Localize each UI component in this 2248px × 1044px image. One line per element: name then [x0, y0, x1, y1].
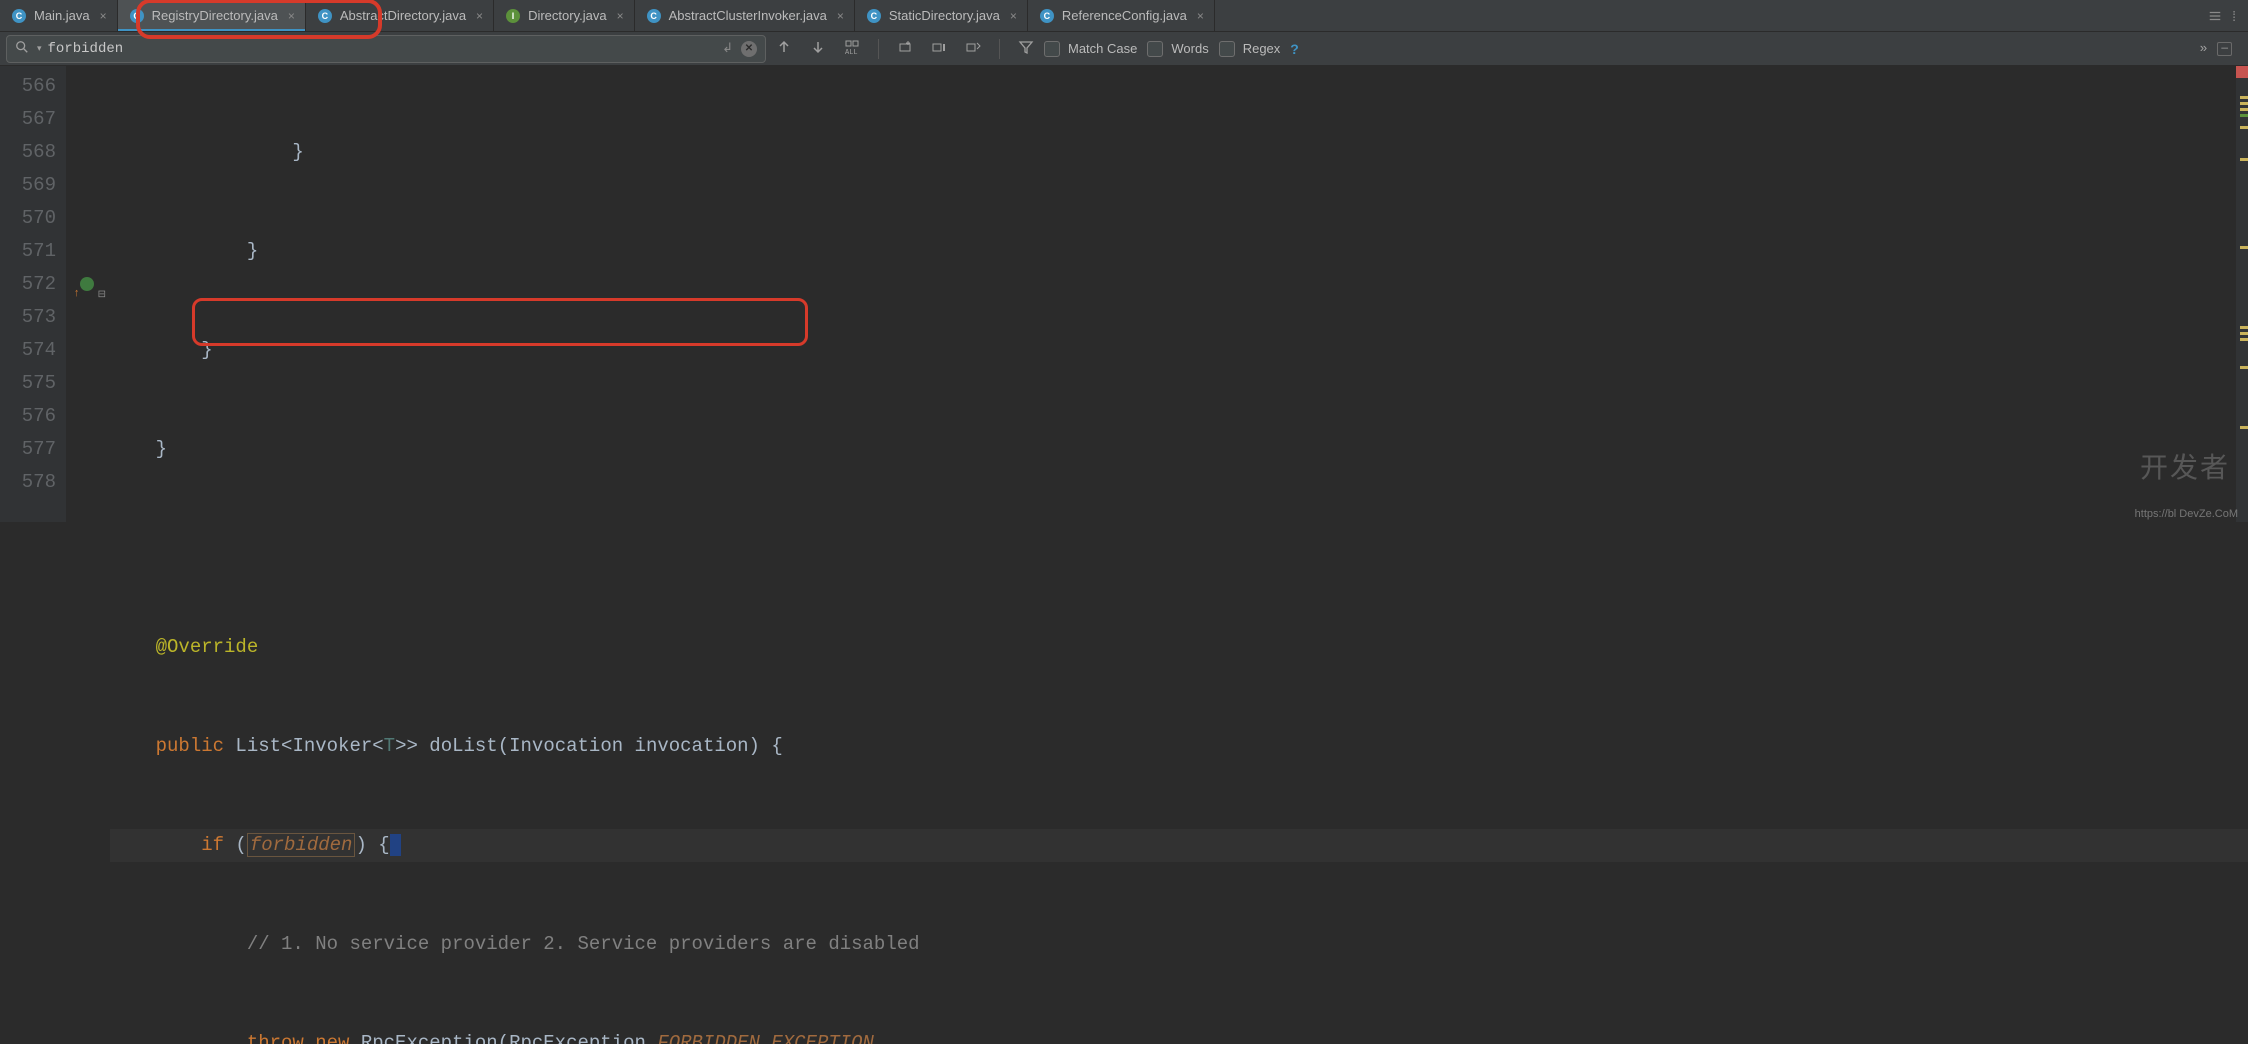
select-all-icon[interactable]: ALL: [844, 39, 860, 59]
search-history-caret-icon[interactable]: ▾: [37, 44, 42, 54]
find-input-wrap[interactable]: ▾ ↲ ✕: [6, 35, 766, 63]
remove-selection-icon[interactable]: [965, 39, 981, 59]
editor-tab[interactable]: C ReferenceConfig.java ×: [1028, 0, 1215, 31]
close-tab-icon[interactable]: ×: [476, 9, 483, 23]
words-label: Words: [1171, 41, 1208, 56]
regex-label: Regex: [1243, 41, 1281, 56]
editor-tabs-bar: C Main.java × C RegistryDirectory.java × C Abst…: [0, 0, 2248, 32]
tab-label: RegistryDirectory.java: [152, 8, 278, 23]
editor-tab[interactable]: C RegistryDirectory.java ×: [118, 0, 306, 31]
next-occurrence-icon[interactable]: [810, 39, 826, 59]
class-icon: C: [867, 9, 881, 23]
add-selection-icon[interactable]: [897, 39, 913, 59]
close-tab-icon[interactable]: ×: [1010, 9, 1017, 23]
tab-label: ReferenceConfig.java: [1062, 8, 1187, 23]
tab-label: StaticDirectory.java: [889, 8, 1000, 23]
match-case-checkbox[interactable]: Match Case: [1044, 41, 1137, 57]
line-number-gutter: 566567568569570571572↑⊟57357457557657757…: [0, 66, 66, 522]
regex-checkbox[interactable]: Regex: [1219, 41, 1281, 57]
error-stripe[interactable]: [2236, 66, 2248, 522]
footer-url: https://bl DevZe.CoM: [2135, 508, 2238, 520]
line-number: 568: [0, 136, 66, 169]
error-indicator-icon[interactable]: [2236, 66, 2248, 78]
search-icon: [15, 40, 29, 58]
match-case-label: Match Case: [1068, 41, 1137, 56]
close-find-icon[interactable]: —: [2217, 42, 2232, 56]
class-icon: C: [12, 9, 26, 23]
select-next-icon[interactable]: [931, 39, 947, 59]
more-results-icon[interactable]: »: [2200, 41, 2208, 56]
newline-icon[interactable]: ↲: [722, 41, 733, 56]
line-number: 576: [0, 400, 66, 433]
tabs-overflow-controls: ⁞: [2196, 8, 2248, 24]
line-number: 574: [0, 334, 66, 367]
clear-search-icon[interactable]: ✕: [741, 41, 757, 57]
class-icon: C: [647, 9, 661, 23]
interface-icon: I: [506, 9, 520, 23]
close-tab-icon[interactable]: ×: [617, 9, 624, 23]
close-tab-icon[interactable]: ×: [837, 9, 844, 23]
editor-tab[interactable]: C StaticDirectory.java ×: [855, 0, 1028, 31]
help-icon[interactable]: ?: [1290, 41, 1299, 57]
editor-tab[interactable]: C AbstractClusterInvoker.java ×: [635, 0, 855, 31]
editor-tab[interactable]: C AbstractDirectory.java ×: [306, 0, 494, 31]
editor-tab[interactable]: I Directory.java ×: [494, 0, 635, 31]
svg-text:ALL: ALL: [845, 49, 858, 55]
code-area[interactable]: } } } } @Override public List<Invoker<T>…: [66, 66, 2248, 522]
class-icon: C: [130, 9, 144, 23]
editor-tab[interactable]: C Main.java ×: [0, 0, 118, 31]
close-tab-icon[interactable]: ×: [288, 9, 295, 23]
tab-label: Main.java: [34, 8, 90, 23]
line-number: 571: [0, 235, 66, 268]
words-checkbox[interactable]: Words: [1147, 41, 1208, 57]
find-toolbar: ▾ ↲ ✕ ALL Match Case Words Regex ? » —: [0, 32, 2248, 66]
tab-overflow-icon[interactable]: [2208, 9, 2222, 23]
filter-icon[interactable]: [1018, 39, 1034, 59]
line-number: 575: [0, 367, 66, 400]
line-number: 578: [0, 466, 66, 499]
tab-label: AbstractClusterInvoker.java: [669, 8, 827, 23]
tab-label: AbstractDirectory.java: [340, 8, 466, 23]
line-number: 577: [0, 433, 66, 466]
line-number: 573: [0, 301, 66, 334]
code-editor[interactable]: 566567568569570571572↑⊟57357457557657757…: [0, 66, 2248, 522]
line-number: 567: [0, 103, 66, 136]
line-number: 570: [0, 202, 66, 235]
class-icon: C: [318, 9, 332, 23]
line-number: 569: [0, 169, 66, 202]
prev-occurrence-icon[interactable]: [776, 39, 792, 59]
close-tab-icon[interactable]: ×: [1197, 9, 1204, 23]
line-number: 572↑⊟: [0, 268, 66, 301]
class-icon: C: [1040, 9, 1054, 23]
close-tab-icon[interactable]: ×: [100, 9, 107, 23]
tab-dropdown-icon[interactable]: ⁞: [2232, 8, 2236, 24]
tab-label: Directory.java: [528, 8, 607, 23]
line-number: 566: [0, 70, 66, 103]
find-input[interactable]: [48, 41, 723, 57]
